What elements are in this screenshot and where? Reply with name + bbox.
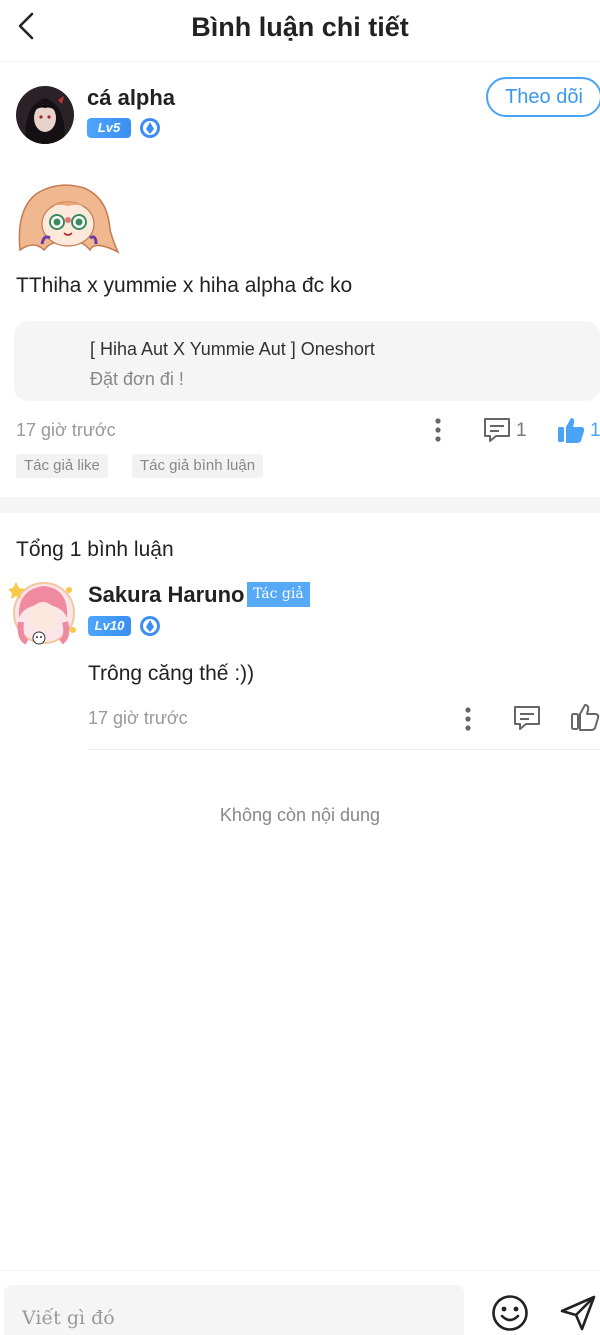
- post-time: 17 giờ trước: [16, 420, 116, 440]
- page-title: Bình luận chi tiết: [191, 12, 409, 42]
- emoji-icon[interactable]: [490, 1293, 530, 1333]
- header: Bình luận chi tiết: [0, 0, 600, 62]
- level-badge: Lv10: [88, 616, 131, 636]
- comment-count: 1: [516, 420, 527, 441]
- end-of-content-label: Không còn nội dung: [219, 805, 381, 825]
- post-text: TThiha x yummie x hiha alpha đc ko: [16, 274, 353, 297]
- comment-input[interactable]: [4, 1285, 464, 1335]
- reply-text: Trông căng thế :)): [88, 662, 255, 685]
- quoted-story-title: [ Hiha Aut X Yummie Aut ] Oneshort: [90, 339, 375, 359]
- comment-composer: [0, 1270, 600, 1335]
- more-icon[interactable]: [428, 416, 448, 444]
- avatar[interactable]: [16, 86, 74, 144]
- like-count: 1: [590, 420, 600, 441]
- reply-divider: [88, 749, 600, 750]
- sticker-image: [14, 180, 122, 256]
- post-username[interactable]: cá alpha: [87, 85, 175, 111]
- replies-total: Tổng 1 bình luận: [16, 538, 174, 561]
- verified-icon: [139, 615, 161, 637]
- level-badge: Lv5: [87, 118, 131, 138]
- avatar[interactable]: [9, 578, 79, 648]
- tag-author-liked: Tác giả like: [16, 454, 108, 478]
- verified-icon: [139, 117, 161, 139]
- tag-author-commented: Tác giả bình luận: [132, 454, 264, 478]
- follow-button[interactable]: Theo dõi: [486, 77, 600, 117]
- quoted-story-subtitle: Đặt đơn đi !: [90, 369, 184, 389]
- comment-icon[interactable]: [512, 704, 542, 732]
- author-badge: Tác giả: [247, 582, 310, 607]
- reply-username[interactable]: Sakura Haruno: [88, 582, 245, 608]
- comment-icon[interactable]: [482, 416, 512, 444]
- like-icon[interactable]: [570, 702, 600, 732]
- section-divider: [0, 497, 600, 513]
- reply-time: 17 giờ trước: [88, 708, 188, 728]
- more-icon[interactable]: [458, 705, 478, 733]
- quoted-story-card[interactable]: [ Hiha Aut X Yummie Aut ] Oneshort Đặt đ…: [14, 321, 600, 401]
- like-icon[interactable]: [556, 415, 586, 445]
- send-icon[interactable]: [558, 1293, 598, 1333]
